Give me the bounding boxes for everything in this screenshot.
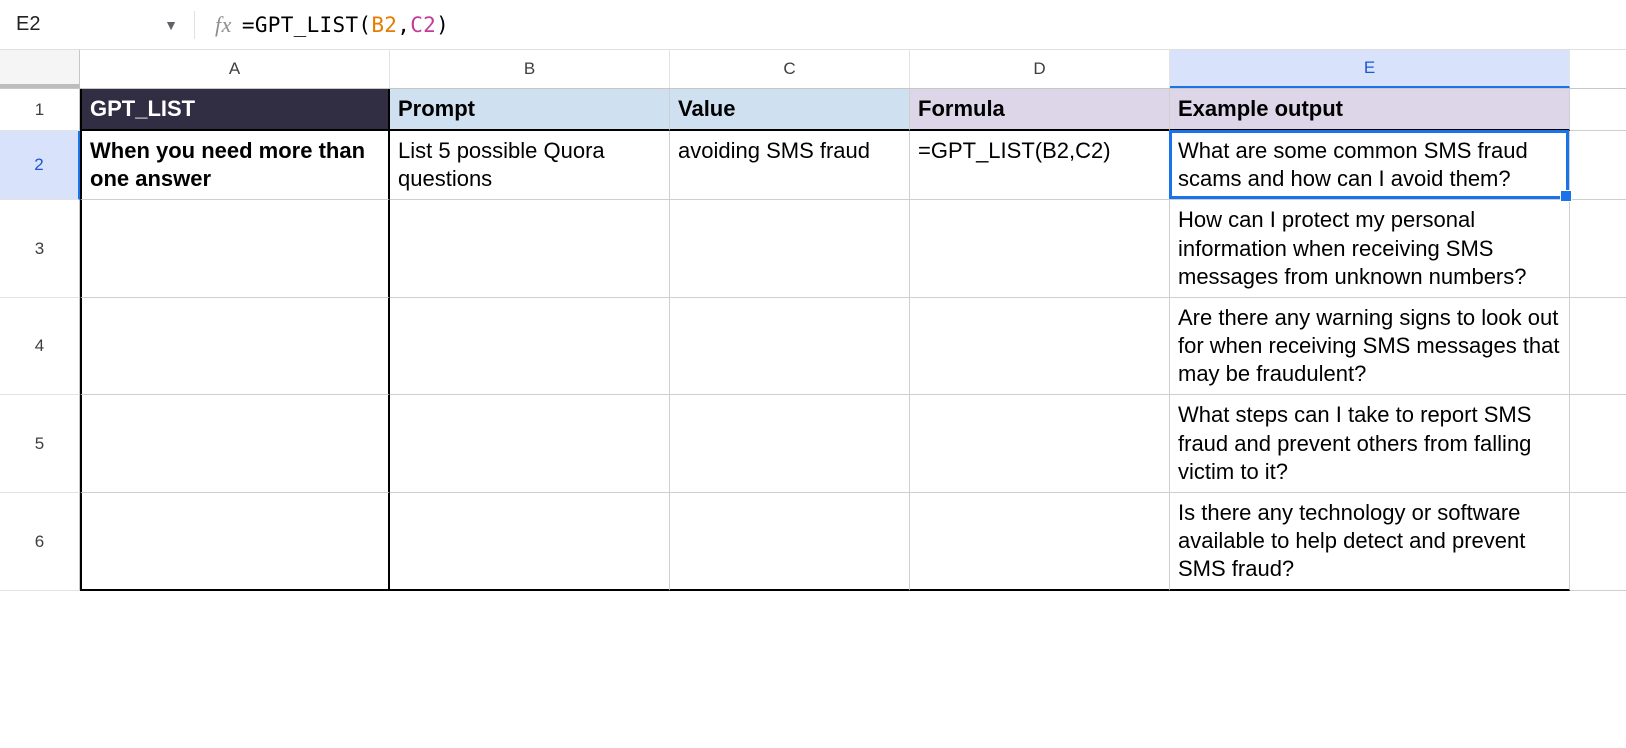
cell-f6[interactable]	[1570, 493, 1626, 591]
cell-e4[interactable]: Are there any warning signs to look out …	[1170, 298, 1570, 395]
cell-e5[interactable]: What steps can I take to report SMS frau…	[1170, 395, 1570, 492]
col-header-e[interactable]: E	[1170, 50, 1570, 88]
separator	[194, 11, 195, 39]
cell-b2[interactable]: List 5 possible Quora questions	[390, 131, 670, 200]
cell-c1[interactable]: Value	[670, 89, 910, 131]
cell-b5[interactable]	[390, 395, 670, 492]
cell-b1[interactable]: Prompt	[390, 89, 670, 131]
cell-e1[interactable]: Example output	[1170, 89, 1570, 131]
cell-d4[interactable]	[910, 298, 1170, 395]
cell-c4[interactable]	[670, 298, 910, 395]
col-header-c[interactable]: C	[670, 50, 910, 88]
cell-c5[interactable]	[670, 395, 910, 492]
col-header-b[interactable]: B	[390, 50, 670, 88]
cell-b3[interactable]	[390, 200, 670, 297]
formula-ref-b2: B2	[371, 13, 397, 37]
cell-b6[interactable]	[390, 493, 670, 591]
formula-input[interactable]: =GPT_LIST(B2,C2)	[242, 13, 449, 37]
cell-a4[interactable]	[80, 298, 390, 395]
cell-a1[interactable]: GPT_LIST	[80, 89, 390, 131]
cell-f1[interactable]	[1570, 89, 1626, 131]
cell-e6[interactable]: Is there any technology or software avai…	[1170, 493, 1570, 591]
formula-eq: =	[242, 13, 255, 37]
formula-ref-c2: C2	[410, 13, 436, 37]
cell-c6[interactable]	[670, 493, 910, 591]
grid-body: 1 GPT_LIST Prompt Value Formula Example …	[0, 89, 1626, 591]
cell-f2[interactable]	[1570, 131, 1626, 200]
cell-d2[interactable]: =GPT_LIST(B2,C2)	[910, 131, 1170, 200]
cell-c2[interactable]: avoiding SMS fraud	[670, 131, 910, 200]
cell-c3[interactable]	[670, 200, 910, 297]
cell-f5[interactable]	[1570, 395, 1626, 492]
name-box[interactable]: E2	[8, 9, 154, 40]
row-header-3[interactable]: 3	[0, 200, 80, 297]
cell-d3[interactable]	[910, 200, 1170, 297]
formula-open: (	[358, 13, 371, 37]
row-header-2[interactable]: 2	[0, 131, 80, 200]
name-box-dropdown[interactable]: ▼	[154, 17, 188, 33]
formula-close: )	[436, 13, 449, 37]
row-header-5[interactable]: 5	[0, 395, 80, 492]
row-header-6[interactable]: 6	[0, 493, 80, 591]
formula-bar: E2 ▼ fx =GPT_LIST(B2,C2)	[0, 0, 1626, 50]
spreadsheet: A B C D E 1 GPT_LIST Prompt Value Formul…	[0, 50, 1626, 591]
col-header-d[interactable]: D	[910, 50, 1170, 88]
cell-d5[interactable]	[910, 395, 1170, 492]
row-header-1[interactable]: 1	[0, 89, 80, 131]
formula-comma: ,	[397, 13, 410, 37]
cell-e3[interactable]: How can I protect my personal informatio…	[1170, 200, 1570, 297]
col-header-a[interactable]: A	[80, 50, 390, 88]
fx-label[interactable]: fx	[201, 12, 242, 38]
chevron-down-icon: ▼	[164, 17, 178, 33]
name-box-wrap: E2 ▼	[8, 0, 188, 49]
column-headers: A B C D E	[0, 50, 1626, 89]
row-header-4[interactable]: 4	[0, 298, 80, 395]
cell-e2[interactable]: What are some common SMS fraud scams and…	[1170, 131, 1570, 200]
cell-d6[interactable]	[910, 493, 1170, 591]
cell-b4[interactable]	[390, 298, 670, 395]
cell-a3[interactable]	[80, 200, 390, 297]
cell-f3[interactable]	[1570, 200, 1626, 297]
cell-d1[interactable]: Formula	[910, 89, 1170, 131]
formula-fn: GPT_LIST	[255, 13, 359, 37]
select-all-corner[interactable]	[0, 50, 80, 88]
col-header-f[interactable]	[1570, 50, 1626, 88]
cell-a2[interactable]: When you need more than one answer	[80, 131, 390, 200]
cell-a5[interactable]	[80, 395, 390, 492]
cell-f4[interactable]	[1570, 298, 1626, 395]
cell-a6[interactable]	[80, 493, 390, 591]
